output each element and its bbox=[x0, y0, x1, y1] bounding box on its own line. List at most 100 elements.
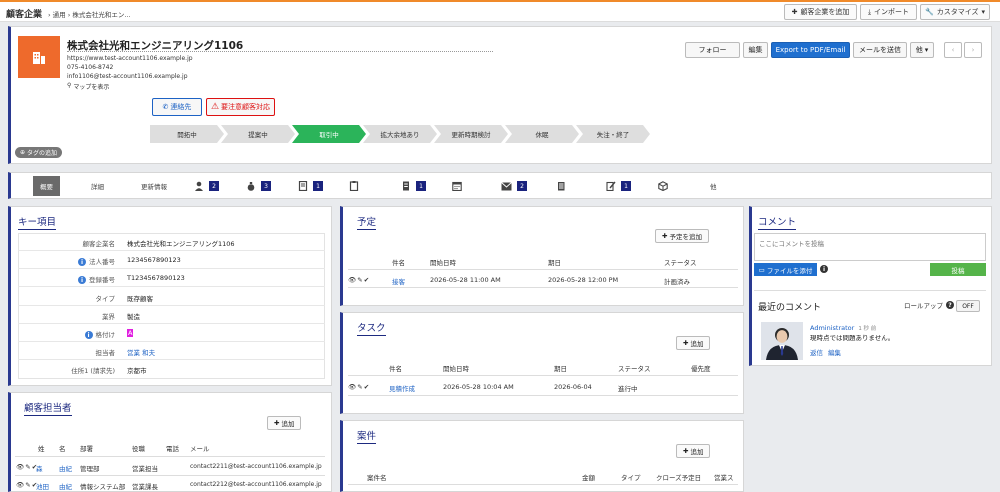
add-schedule-button[interactable]: ✚ 予定を追加 bbox=[655, 229, 709, 243]
company-phone[interactable]: 075-4106-8742 bbox=[67, 64, 113, 71]
tab-orders[interactable] bbox=[348, 176, 359, 196]
stage-3-active[interactable]: 取引中 bbox=[292, 125, 366, 143]
tab-badge: 1 bbox=[313, 181, 323, 191]
stage-5[interactable]: 更新時期検討 bbox=[434, 125, 508, 143]
row-actions[interactable]: 👁✎✔ bbox=[16, 481, 38, 489]
key-item-row: 顧客企業名 株式会社光和エンジニアリング1106 bbox=[18, 233, 325, 251]
key-item-label: 業界 bbox=[102, 312, 115, 321]
customize-button[interactable]: 🔧 カスタマイズ ▾ bbox=[920, 4, 990, 20]
bad-customer-button[interactable]: ⚠ 要注意顧客対応 bbox=[206, 98, 275, 116]
contact-last-name[interactable]: 池田 bbox=[36, 481, 49, 491]
edit-button[interactable]: 編集 bbox=[743, 42, 768, 58]
contact-email[interactable]: contact2212@test-account1106.example.jp bbox=[190, 481, 322, 488]
tab-contacts[interactable]: 2 bbox=[193, 176, 219, 196]
col-start: 開始日時 bbox=[430, 259, 456, 267]
attach-file-button[interactable]: ▭ ファイルを添付 bbox=[754, 263, 817, 276]
contact-first-name[interactable]: 由紀 bbox=[59, 463, 72, 473]
rollup-toggle[interactable]: OFF bbox=[956, 300, 980, 312]
key-item-label: i 格付け bbox=[84, 329, 115, 339]
col-subject: 件名 bbox=[392, 259, 405, 267]
stage-6[interactable]: 休眠 bbox=[505, 125, 579, 143]
row-divider bbox=[348, 287, 738, 288]
reply-link[interactable]: 返信 bbox=[810, 347, 823, 357]
edit-comment-link[interactable]: 編集 bbox=[828, 347, 841, 357]
tab-documents[interactable]: 1 bbox=[605, 176, 631, 196]
info-icon[interactable]: i bbox=[78, 258, 86, 267]
col-status: ステータス bbox=[664, 259, 697, 267]
comment-input[interactable] bbox=[754, 233, 986, 261]
document-icon bbox=[297, 181, 308, 192]
company-logo bbox=[18, 36, 60, 78]
key-item-value: 1234567890123 bbox=[127, 256, 181, 265]
map-link[interactable]: ⚲ マップを表示 bbox=[67, 82, 109, 91]
tab-products[interactable] bbox=[657, 176, 668, 196]
add-deal-button[interactable]: ✚ 追加 bbox=[676, 444, 711, 458]
key-item-label: タイプ bbox=[95, 294, 116, 303]
company-email[interactable]: info1106@test-account1106.example.jp bbox=[67, 73, 188, 80]
tab-updates[interactable]: 更新情報 bbox=[141, 176, 167, 196]
tab-quotes[interactable]: 1 bbox=[297, 176, 323, 196]
send-mail-button[interactable]: メールを送信 bbox=[853, 42, 907, 58]
breadcrumb-path[interactable]: › 通用 › 株式会社光和エン... bbox=[48, 9, 131, 19]
info-icon[interactable]: i bbox=[820, 265, 828, 273]
tab-emails[interactable]: 2 bbox=[501, 176, 527, 196]
row-actions[interactable]: 👁✎✔ bbox=[348, 276, 370, 284]
task-status: 進行中 bbox=[618, 385, 638, 393]
stage-4[interactable]: 拡大余地あり bbox=[363, 125, 437, 143]
import-button[interactable]: ⤓ インポート bbox=[860, 4, 917, 20]
contact-last-name[interactable]: 森 bbox=[36, 463, 43, 473]
tab-deals[interactable]: 3 bbox=[245, 176, 271, 196]
avatar bbox=[761, 322, 803, 360]
col-type: タイプ bbox=[621, 474, 641, 482]
task-subject[interactable]: 見積作成 bbox=[389, 383, 415, 393]
add-contact-button[interactable]: ✚ 追加 bbox=[267, 416, 302, 430]
key-item-value: 製造 bbox=[127, 312, 140, 321]
more-button[interactable]: 他 ▾ bbox=[910, 42, 934, 58]
plus-icon: ✚ bbox=[683, 339, 689, 347]
deals-title: 案件 bbox=[357, 428, 377, 444]
contact-first-name[interactable]: 由紀 bbox=[59, 481, 72, 491]
money-bag-icon bbox=[245, 181, 256, 192]
row-actions[interactable]: 👁✎✔ bbox=[348, 383, 370, 391]
key-item-row: 住所1 (請求先) 京都市 bbox=[18, 360, 325, 378]
breadcrumb-root[interactable]: 顧客企業 bbox=[6, 7, 42, 20]
key-item-row: タイプ 既存顧客 bbox=[18, 288, 325, 306]
tab-details[interactable]: 詳細 bbox=[91, 176, 104, 196]
schedule-due: 2026-05-28 12:00 PM bbox=[548, 276, 619, 284]
info-icon[interactable]: i bbox=[84, 331, 93, 339]
row-actions[interactable]: 👁✎✔ bbox=[16, 463, 38, 471]
contact-button[interactable]: ✆ 連絡先 bbox=[152, 98, 202, 116]
add-company-button[interactable]: ✚ 顧客企業を追加 bbox=[784, 4, 857, 20]
col-due: 期日 bbox=[548, 259, 561, 267]
info-icon[interactable]: i bbox=[78, 276, 86, 285]
row-divider bbox=[348, 375, 738, 376]
tab-notes[interactable] bbox=[555, 176, 566, 196]
prev-record-button[interactable]: ‹ bbox=[944, 42, 962, 58]
tab-badge: 1 bbox=[416, 181, 426, 191]
export-pdf-button[interactable]: Export to PDF/Email bbox=[771, 42, 850, 58]
plus-icon: ✚ bbox=[662, 232, 668, 240]
contact-email[interactable]: contact2211@test-account1106.example.jp bbox=[190, 463, 322, 470]
stage-7[interactable]: 失注・終了 bbox=[576, 125, 650, 143]
next-record-button[interactable]: › bbox=[964, 42, 982, 58]
tab-calendar[interactable] bbox=[451, 176, 462, 196]
clipboard-icon bbox=[348, 181, 359, 192]
help-icon[interactable]: ? bbox=[946, 301, 954, 309]
row-divider bbox=[348, 395, 738, 396]
warning-icon: ⚠ bbox=[210, 102, 220, 112]
follow-button[interactable]: フォロー bbox=[685, 42, 740, 58]
company-url[interactable]: https://www.test-account1106.example.jp bbox=[67, 55, 193, 62]
stage-1[interactable]: 開拓中 bbox=[150, 125, 224, 143]
schedule-subject[interactable]: 接客 bbox=[392, 276, 405, 286]
key-item-value[interactable]: 営業 和夫 bbox=[127, 347, 155, 357]
add-tag-button[interactable]: ⊕ タグの追加 bbox=[15, 147, 63, 158]
stage-2[interactable]: 提案中 bbox=[221, 125, 295, 143]
comment-author[interactable]: Administrator bbox=[810, 324, 854, 332]
post-comment-button[interactable]: 投稿 bbox=[930, 263, 986, 276]
tab-more[interactable]: 他 bbox=[710, 176, 717, 196]
wrench-icon: 🔧 bbox=[924, 8, 934, 16]
edit-document-icon bbox=[605, 181, 616, 192]
tab-invoices[interactable]: 1 bbox=[400, 176, 426, 196]
tab-summary[interactable]: 概要 bbox=[33, 176, 60, 196]
add-task-button[interactable]: ✚ 追加 bbox=[676, 336, 711, 350]
